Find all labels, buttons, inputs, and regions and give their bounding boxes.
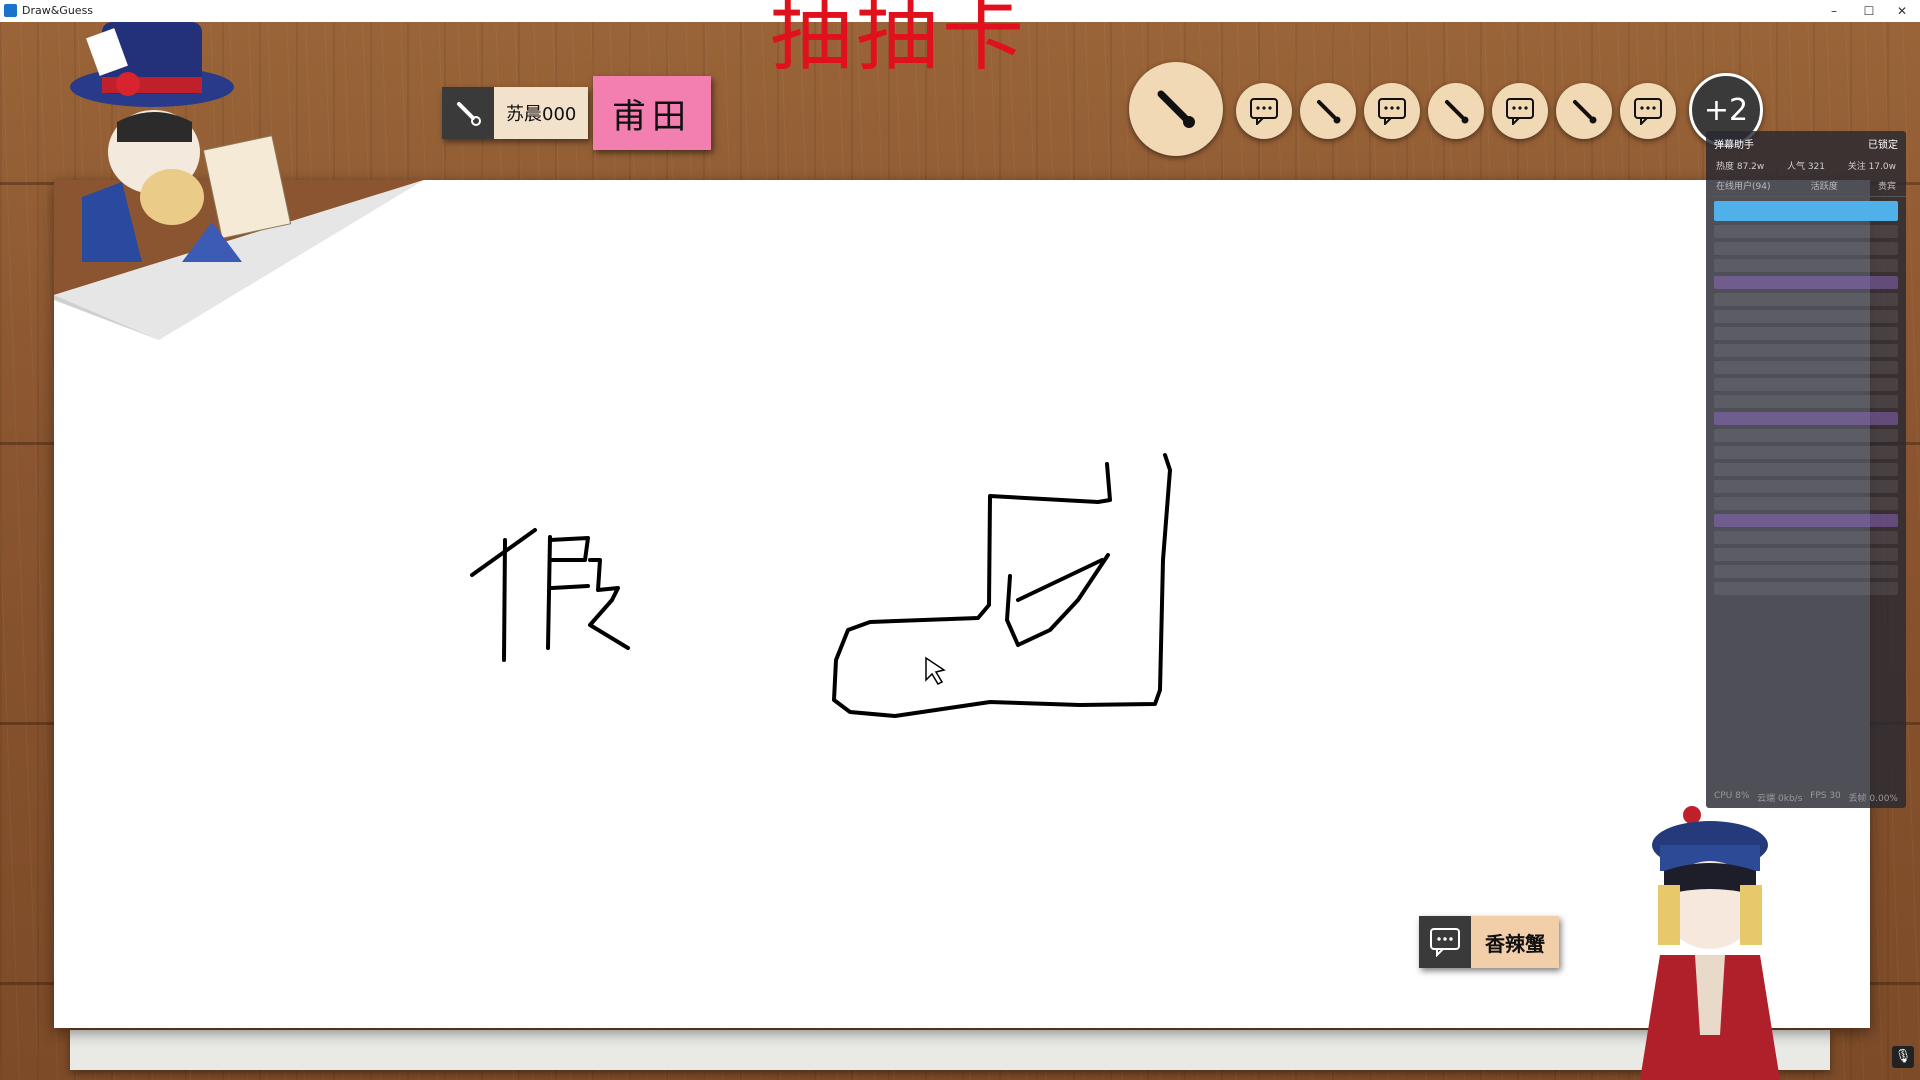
list-item <box>1714 429 1898 442</box>
microphone-icon[interactable]: 🎙 <box>1892 1046 1914 1068</box>
chat-icon <box>1378 98 1406 125</box>
list-item <box>1714 259 1898 272</box>
list-item <box>1714 446 1898 459</box>
overlay-lock-status[interactable]: 已锁定 <box>1868 136 1898 151</box>
list-item <box>1714 480 1898 493</box>
player-guesser-3[interactable] <box>1492 83 1548 139</box>
list-item <box>1714 327 1898 340</box>
list-item <box>1714 225 1898 238</box>
list-item <box>1714 548 1898 561</box>
tab-online-users[interactable]: 在线用户(94) <box>1716 179 1770 192</box>
boot-drawing <box>832 453 1172 718</box>
overlay-title: 弹幕助手 <box>1714 140 1754 151</box>
brush-icon <box>442 87 494 139</box>
list-item <box>1714 463 1898 476</box>
list-item <box>1714 395 1898 408</box>
cpu-stat: CPU 8% <box>1714 791 1750 801</box>
list-item <box>1714 242 1898 255</box>
brush-icon <box>1573 100 1597 124</box>
brush-icon <box>1157 90 1195 128</box>
list-item <box>1714 378 1898 391</box>
magician-character <box>70 22 292 262</box>
player-drawer-2[interactable] <box>1300 83 1356 139</box>
drawer-indicator: 苏晨000 <box>442 87 589 139</box>
chat-icon <box>1250 98 1278 125</box>
chat-icon <box>1506 98 1534 125</box>
stream-banner-title: 抽抽卡 <box>770 0 1029 82</box>
player-drawer-3[interactable] <box>1428 83 1484 139</box>
list-item <box>1714 293 1898 306</box>
player-guesser-1[interactable] <box>1236 83 1292 139</box>
loss-stat: 丢帧 0.00% <box>1848 794 1898 804</box>
chat-icon <box>1419 916 1471 968</box>
list-item <box>1714 412 1898 425</box>
player-guesser-2[interactable] <box>1364 83 1420 139</box>
player-guesser-4[interactable] <box>1620 83 1676 139</box>
brush-icon <box>1445 100 1469 124</box>
popularity-stat: 人气 321 <box>1786 162 1826 172</box>
drawer-name: 苏晨000 <box>494 87 589 139</box>
list-item <box>1714 582 1898 595</box>
list-item <box>1714 310 1898 323</box>
chat-icon <box>1634 98 1662 125</box>
player-drawer-4[interactable] <box>1556 83 1612 139</box>
list-item <box>1714 514 1898 527</box>
brush-icon <box>1317 100 1341 124</box>
tab-vip[interactable]: 贵宾 <box>1878 179 1896 192</box>
mouse-cursor <box>925 656 946 685</box>
heat-stat: 热度 87.2w <box>1716 162 1765 172</box>
guess-text: 香辣蟹 <box>1471 916 1559 968</box>
list-item <box>1714 497 1898 510</box>
follow-stat: 关注 17.0w <box>1847 162 1896 172</box>
list-item <box>1714 276 1898 289</box>
player-drawer-current[interactable] <box>1129 62 1223 156</box>
list-item <box>1714 565 1898 578</box>
list-item <box>1714 361 1898 374</box>
net-stat: 云端 0kb/s <box>1757 794 1803 804</box>
gift-notification <box>1714 201 1898 221</box>
tab-activity[interactable]: 活跃度 <box>1811 179 1838 192</box>
secret-word-card: 甫田 <box>593 76 711 150</box>
handwritten-character <box>470 528 630 662</box>
qing-character <box>1640 806 1780 1080</box>
fps-stat: FPS 30 <box>1810 791 1841 801</box>
list-item <box>1714 531 1898 544</box>
list-item <box>1714 344 1898 357</box>
guess-message: 香辣蟹 <box>1419 916 1559 968</box>
danmaku-overlay-panel: 弹幕助手 已锁定 热度 87.2w 人气 321 关注 17.0w 在线用户(9… <box>1706 131 1906 808</box>
